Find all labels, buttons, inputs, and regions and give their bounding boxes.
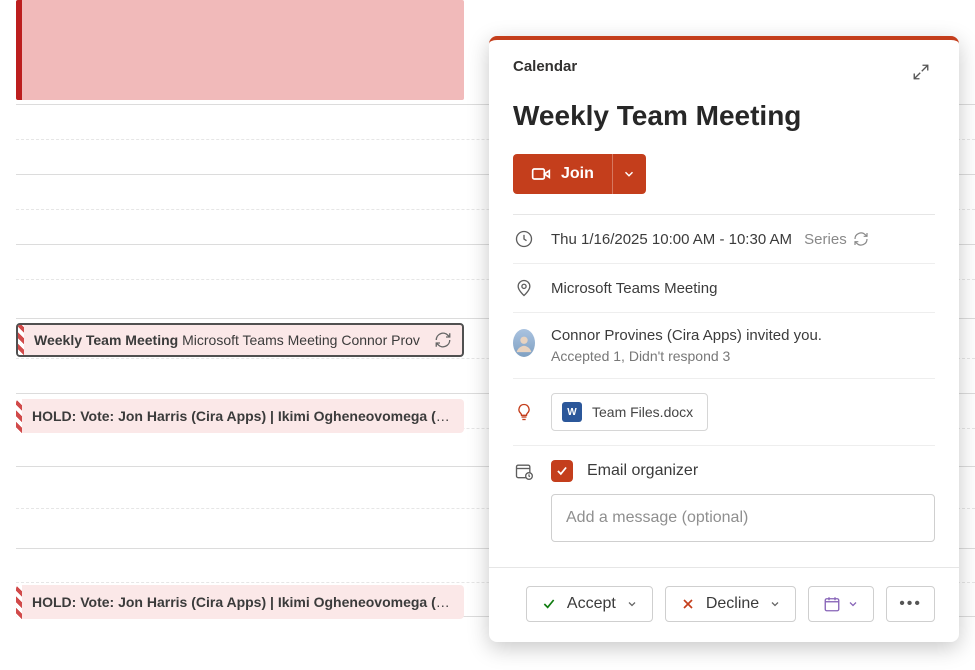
event-title: HOLD: Vote: Jon Harris (Cira Apps) | Iki… xyxy=(32,408,454,424)
chevron-down-icon xyxy=(769,598,781,610)
series-indicator[interactable]: Series xyxy=(804,231,869,248)
rsvp-message-input[interactable] xyxy=(551,494,935,542)
panel-footer: Accept Decline ••• xyxy=(489,567,959,642)
attachment-chip[interactable]: W Team Files.docx xyxy=(551,393,708,431)
calendar-icon xyxy=(823,595,859,613)
expand-button[interactable] xyxy=(907,58,935,86)
email-organizer-label: Email organizer xyxy=(587,462,698,480)
event-subtitle: Microsoft Teams Meeting Connor Prov xyxy=(182,332,420,348)
checkmark-icon xyxy=(555,464,569,478)
recurring-stripe xyxy=(18,325,24,355)
organizer-line: Connor Provines (Cira Apps) invited you. xyxy=(551,327,935,344)
attachment-name: Team Files.docx xyxy=(592,404,693,420)
recurring-icon xyxy=(434,331,452,349)
meeting-time-row: Thu 1/16/2025 10:00 AM - 10:30 AM Series xyxy=(513,215,935,264)
calendar-event-block[interactable] xyxy=(16,0,464,100)
accept-button[interactable]: Accept xyxy=(526,586,653,622)
join-button[interactable]: Join xyxy=(513,154,612,194)
organizer-avatar xyxy=(513,329,535,357)
calendar-event-pill[interactable]: HOLD: Vote: Jon Harris (Cira Apps) | Iki… xyxy=(16,399,464,433)
meeting-title: Weekly Team Meeting xyxy=(513,100,935,132)
recurring-stripe xyxy=(16,399,22,433)
join-label: Join xyxy=(561,165,594,183)
rsvp-icon xyxy=(513,461,535,481)
chevron-down-icon xyxy=(622,167,636,181)
location-icon xyxy=(513,278,535,298)
meeting-location: Microsoft Teams Meeting xyxy=(551,280,717,297)
organizer-row: Connor Provines (Cira Apps) invited you.… xyxy=(513,313,935,379)
meeting-location-row: Microsoft Teams Meeting xyxy=(513,264,935,313)
meeting-detail-panel: Calendar Weekly Team Meeting Join Thu 1/… xyxy=(489,36,959,642)
expand-icon xyxy=(912,63,930,81)
event-title: HOLD: Vote: Jon Harris (Cira Apps) | Iki… xyxy=(32,594,454,610)
decline-label: Decline xyxy=(706,595,759,613)
word-icon: W xyxy=(562,402,582,422)
event-text: HOLD: Vote: Jon Harris (Cira Apps) | Iki… xyxy=(32,594,454,610)
video-icon xyxy=(531,164,551,184)
event-text: Weekly Team Meeting Microsoft Teams Meet… xyxy=(34,332,420,348)
calendar-event-pill[interactable]: HOLD: Vote: Jon Harris (Cira Apps) | Iki… xyxy=(16,585,464,619)
rsvp-row: Email organizer xyxy=(513,446,935,556)
event-title: Weekly Team Meeting xyxy=(34,332,178,348)
accept-label: Accept xyxy=(567,595,616,613)
chevron-down-icon xyxy=(626,598,638,610)
response-summary: Accepted 1, Didn't respond 3 xyxy=(551,348,935,364)
ellipsis-icon: ••• xyxy=(899,595,922,613)
recurring-stripe xyxy=(16,585,22,619)
propose-time-button[interactable] xyxy=(808,586,874,622)
insights-row: W Team Files.docx xyxy=(513,379,935,446)
x-icon xyxy=(680,596,696,612)
lightbulb-icon xyxy=(513,402,535,422)
email-organizer-checkbox[interactable] xyxy=(551,460,573,482)
more-actions-button[interactable]: ••• xyxy=(886,586,935,622)
event-text: HOLD: Vote: Jon Harris (Cira Apps) | Iki… xyxy=(32,408,454,424)
decline-button[interactable]: Decline xyxy=(665,586,796,622)
check-icon xyxy=(541,596,557,612)
meeting-time: Thu 1/16/2025 10:00 AM - 10:30 AM xyxy=(551,231,792,248)
clock-icon xyxy=(513,229,535,249)
panel-source-label: Calendar xyxy=(513,58,577,75)
join-options-button[interactable] xyxy=(612,154,646,194)
calendar-event-pill[interactable]: Weekly Team Meeting Microsoft Teams Meet… xyxy=(16,323,464,357)
recurring-icon xyxy=(853,231,869,247)
